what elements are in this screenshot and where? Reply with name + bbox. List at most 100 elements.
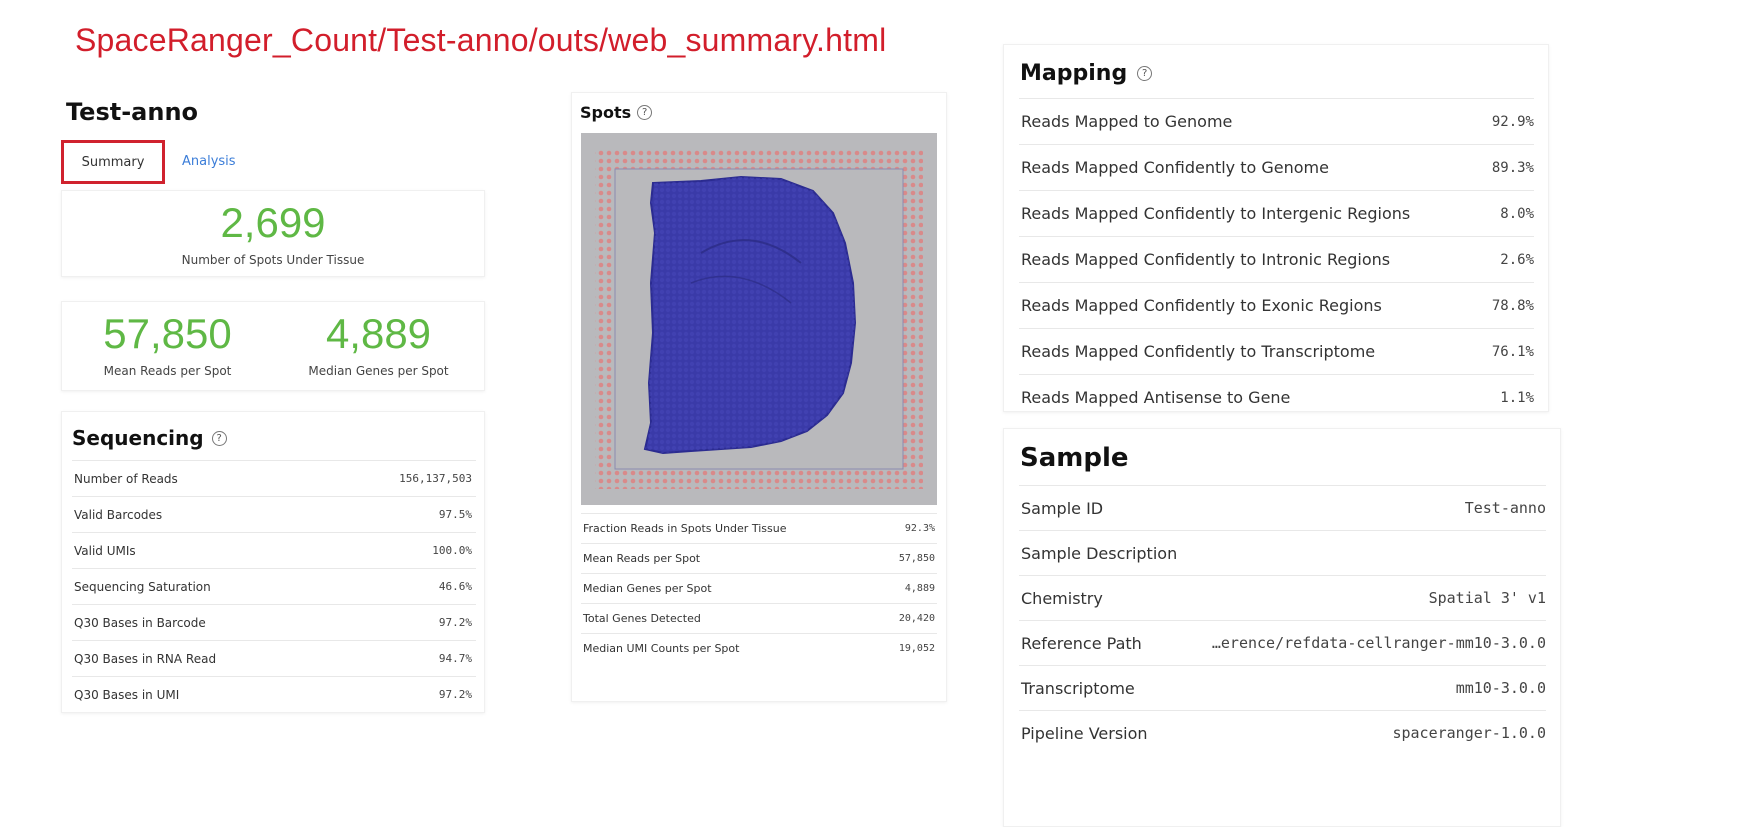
spots-row-label: Median Genes per Spot <box>583 582 712 595</box>
tab-analysis[interactable]: Analysis <box>182 154 236 169</box>
spots-row-label: Mean Reads per Spot <box>583 552 701 565</box>
spots-under-tissue-card: 2,699 Number of Spots Under Tissue <box>61 190 485 277</box>
sequencing-card: Sequencing ? Number of Reads 156,137,503 V… <box>61 411 485 713</box>
sample-row-label: Transcriptome <box>1021 678 1135 698</box>
spots-row: Fraction Reads in Spots Under Tissue 92.3… <box>581 513 937 543</box>
median-genes-value: 4,889 <box>325 310 432 357</box>
mean-reads-label: Mean Reads per Spot <box>103 364 232 378</box>
sample-row-value: mm10-3.0.0 <box>1455 679 1546 697</box>
mapping-row-value: 8.0% <box>1500 205 1534 222</box>
spots-title-text: Spots <box>580 103 632 122</box>
sample-table: Sample ID Test-anno Sample Description Chem… <box>1019 485 1546 755</box>
sequencing-title: Sequencing ? <box>72 426 484 450</box>
tab-summary[interactable]: Summary <box>61 140 165 184</box>
mapping-row: Reads Mapped Confidently to Intronic Reg… <box>1019 236 1534 282</box>
median-genes-label: Median Genes per Spot <box>308 364 449 378</box>
mapping-row-label: Reads Mapped Confidently to Genome <box>1021 158 1329 177</box>
mapping-row: Reads Mapped Antisense to Gene 1.1% <box>1019 374 1534 420</box>
mapping-row: Reads Mapped Confidently to Intergenic R… <box>1019 190 1534 236</box>
spots-card: Spots ? Fraction Reads in Spots Under Ti… <box>571 92 947 702</box>
spots-row-value: 20,420 <box>898 613 935 624</box>
spots-row-label: Median UMI Counts per Spot <box>583 642 740 655</box>
spots-under-tissue-label: Number of Spots Under Tissue <box>181 253 365 267</box>
sequencing-row: Q30 Bases in UMI 97.2% <box>72 676 476 712</box>
sequencing-row: Q30 Bases in RNA Read 94.7% <box>72 640 476 676</box>
sample-row-label: Chemistry <box>1021 588 1103 608</box>
sample-row: Reference Path …erence/refdata-cellranger… <box>1019 620 1546 665</box>
mapping-row-label: Reads Mapped Confidently to Transcriptom… <box>1021 342 1376 361</box>
spots-row-value: 19,052 <box>898 643 935 654</box>
mapping-row-value: 92.9% <box>1491 113 1534 130</box>
mapping-row-value: 89.3% <box>1491 159 1534 176</box>
mapping-row-value: 76.1% <box>1491 343 1534 360</box>
spots-row: Total Genes Detected 20,420 <box>581 603 937 633</box>
mapping-row-label: Reads Mapped Confidently to Intergenic R… <box>1021 204 1411 223</box>
sequencing-row-label: Sequencing Saturation <box>74 579 211 594</box>
sequencing-row-value: 46.6% <box>438 580 472 593</box>
sequencing-row: Sequencing Saturation 46.6% <box>72 568 476 604</box>
tab-summary-label: Summary <box>81 154 145 170</box>
tissue-spots-image <box>581 133 937 505</box>
spots-row-value: 57,850 <box>898 553 935 564</box>
spots-row-value: 92.3% <box>904 523 935 534</box>
sample-row: Sample Description <box>1019 530 1546 575</box>
sequencing-row-value: 156,137,503 <box>399 472 472 485</box>
mapping-row-value: 78.8% <box>1491 297 1534 314</box>
mapping-row-label: Reads Mapped Confidently to Intronic Reg… <box>1021 250 1391 269</box>
mapping-card: Mapping ? Reads Mapped to Genome 92.9% Rea… <box>1003 44 1549 412</box>
mapping-title-text: Mapping <box>1020 61 1128 86</box>
sequencing-title-text: Sequencing <box>72 426 204 450</box>
help-circle-icon[interactable]: ? <box>637 105 653 120</box>
sequencing-row-label: Q30 Bases in Barcode <box>74 615 206 630</box>
sequencing-row: Valid Barcodes 97.5% <box>72 496 476 532</box>
mapping-row-value: 1.1% <box>1500 389 1534 406</box>
sample-row: Sample ID Test-anno <box>1019 485 1546 530</box>
sample-title: Sample <box>1020 443 1560 473</box>
help-circle-icon[interactable]: ? <box>211 430 227 446</box>
sample-row-value: spaceranger-1.0.0 <box>1392 724 1546 742</box>
sequencing-row-label: Number of Reads <box>74 471 178 486</box>
sequencing-row-label: Q30 Bases in UMI <box>74 687 180 702</box>
spots-row: Mean Reads per Spot 57,850 <box>581 543 937 573</box>
mapping-row-label: Reads Mapped to Genome <box>1021 112 1233 131</box>
sample-row: Pipeline Version spaceranger-1.0.0 <box>1019 710 1546 755</box>
sample-row-value: …erence/refdata-cellranger-mm10-3.0.0 <box>1211 634 1546 652</box>
sequencing-row-value: 94.7% <box>438 652 472 665</box>
sequencing-row: Number of Reads 156,137,503 <box>72 460 476 496</box>
sample-row: Chemistry Spatial 3' v1 <box>1019 575 1546 620</box>
page-title: Test-anno <box>66 98 199 126</box>
sequencing-row-value: 97.5% <box>438 508 472 521</box>
mapping-row-value: 2.6% <box>1500 251 1534 268</box>
mapping-title: Mapping ? <box>1020 61 1548 86</box>
sample-title-text: Sample <box>1020 443 1129 473</box>
mapping-row: Reads Mapped Confidently to Exonic Regio… <box>1019 282 1534 328</box>
mapping-row-label: Reads Mapped Antisense to Gene <box>1021 388 1291 407</box>
spots-row-value: 4,889 <box>904 583 935 594</box>
sequencing-table: Number of Reads 156,137,503 Valid Barcodes… <box>72 460 476 712</box>
mapping-row-label: Reads Mapped Confidently to Exonic Regio… <box>1021 296 1382 315</box>
sample-row-label: Sample Description <box>1021 543 1178 563</box>
spots-row-label: Fraction Reads in Spots Under Tissue <box>583 522 787 535</box>
sample-row-label: Pipeline Version <box>1021 723 1148 743</box>
sample-row-label: Reference Path <box>1021 633 1142 653</box>
median-genes-metric: 4,889 Median Genes per Spot <box>273 310 484 378</box>
spots-row: Median UMI Counts per Spot 19,052 <box>581 633 937 663</box>
sequencing-row-label: Valid Barcodes <box>74 507 163 522</box>
spots-row: Median Genes per Spot 4,889 <box>581 573 937 603</box>
spots-title: Spots ? <box>580 103 946 122</box>
sequencing-row-label: Q30 Bases in RNA Read <box>74 651 217 666</box>
sample-row-value: Test-anno <box>1464 499 1546 517</box>
mapping-table: Reads Mapped to Genome 92.9% Reads Mapped … <box>1019 98 1534 420</box>
sequencing-row-value: 97.2% <box>438 616 472 629</box>
mapping-row: Reads Mapped Confidently to Transcriptom… <box>1019 328 1534 374</box>
help-circle-icon[interactable]: ? <box>1137 66 1153 81</box>
reads-genes-card: 57,850 Mean Reads per Spot 4,889 Median … <box>61 301 485 391</box>
sample-row-label: Sample ID <box>1021 498 1104 518</box>
mean-reads-value: 57,850 <box>103 310 232 357</box>
mapping-row: Reads Mapped to Genome 92.9% <box>1019 98 1534 144</box>
sample-row-value: Spatial 3' v1 <box>1428 589 1546 607</box>
sample-card: Sample Sample ID Test-anno Sample Descript… <box>1003 428 1561 827</box>
spots-under-tissue-value: 2,699 <box>220 199 326 246</box>
spots-table: Fraction Reads in Spots Under Tissue 92.3… <box>581 513 937 663</box>
spots-row-label: Total Genes Detected <box>583 612 701 625</box>
